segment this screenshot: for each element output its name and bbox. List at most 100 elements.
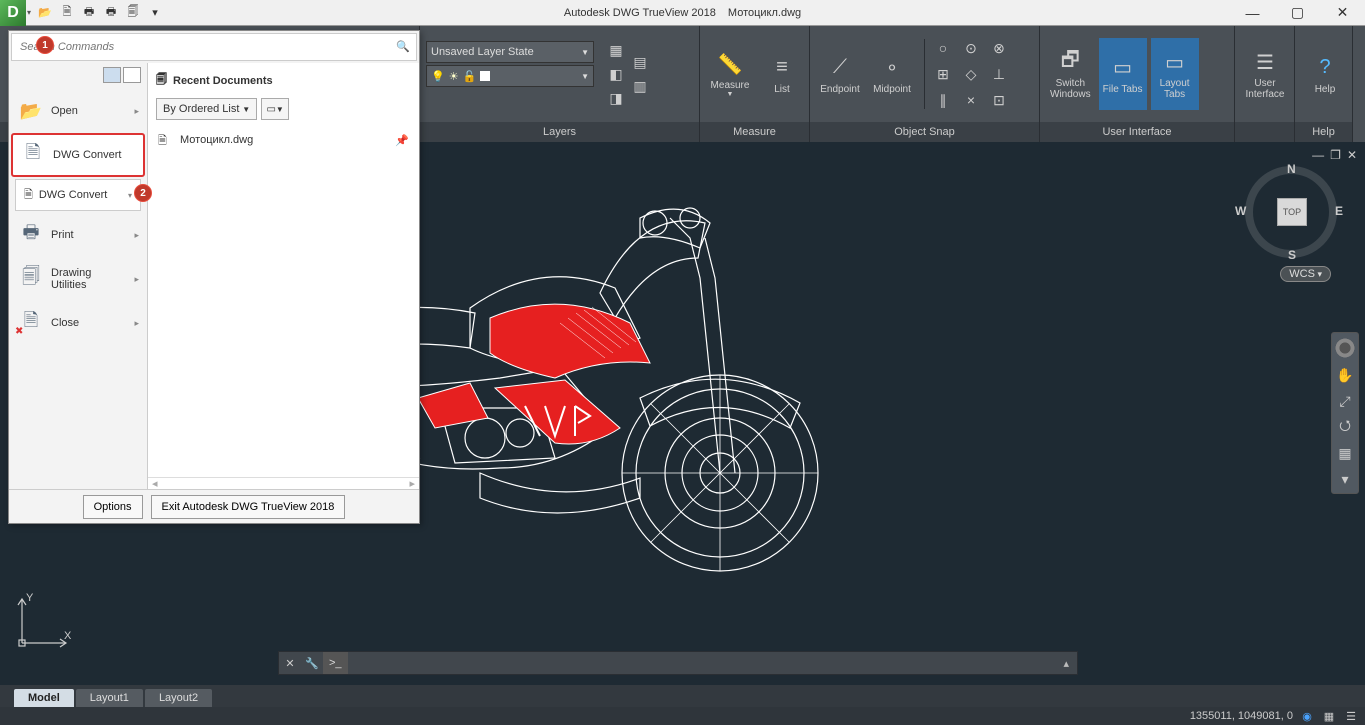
status-menu-icon[interactable]: ☰ [1343,709,1359,723]
viewcube[interactable]: TOP N S E W [1245,166,1337,258]
window-close-button[interactable]: ✕ [1320,0,1365,26]
callout-1: 1 [36,36,54,54]
qat-new-icon[interactable]: 🗎 [57,3,77,23]
layout-tabs-button[interactable]: ▭ Layout Tabs [1151,38,1199,110]
ui-icon: ☰ [1251,48,1279,76]
preview-size-combo[interactable]: ▭ ▼ [261,98,289,120]
command-line[interactable]: ✕ 🔧 >_ ▴ [278,651,1078,675]
app-title: Autodesk DWG TrueView 2018 [564,7,716,19]
menu-drawing-utilities[interactable]: 🗐 Drawing Utilities▸ [11,257,145,301]
layout-tabs: Model Layout1 Layout2 [14,689,212,707]
midpoint-icon: ∘ [878,54,906,82]
layer-state-combo[interactable]: Unsaved Layer State▼ [426,41,594,63]
utilities-icon: 🗐 [19,267,43,291]
menu-close[interactable]: 🗎✖ Close▸ [11,301,145,345]
cmd-expand-icon[interactable]: ▴ [1055,657,1077,670]
viewcube-north[interactable]: N [1287,162,1296,176]
application-menu: 🔍 📂 Open▸ 🗎 DWG Convert 🗎 DWG Convert▾ 🖶 [8,30,420,524]
doc-restore-button[interactable]: ❐ [1330,148,1341,162]
osnap-icon-1[interactable]: ○ [933,38,953,58]
midpoint-button[interactable]: ∘ Midpoint [868,38,916,110]
cmd-config-icon[interactable]: 🔧 [301,657,323,670]
layout-tabs-icon: ▭ [1161,48,1189,76]
submenu-dwg-convert[interactable]: 🗎 DWG Convert▾ [15,179,141,211]
open-folder-icon: 📂 [19,99,43,123]
menu-dwg-convert[interactable]: 🗎 DWG Convert [11,133,145,177]
window-maximize-button[interactable]: ▢ [1275,0,1320,26]
status-bar: 1355011, 1049081, 0 ◉ ▦ ☰ [0,707,1365,725]
switch-windows-button[interactable]: 🗗 Switch Windows [1046,38,1095,110]
app-menu-button[interactable]: D [0,0,26,26]
tab-layout1[interactable]: Layout1 [76,689,143,707]
osnap-icon-5[interactable]: ◇ [961,64,981,84]
doc-close-button[interactable]: ✕ [1347,148,1357,162]
list-button[interactable]: ≡ List [758,38,806,110]
wcs-badge[interactable]: WCS ▾ [1280,266,1331,282]
list-icon: ≡ [768,54,796,82]
osnap-icon-3[interactable]: ⊗ [989,38,1009,58]
viewcube-top-face[interactable]: TOP [1277,198,1307,226]
recent-document-item[interactable]: 🗎Мотоцикл.dwg 📌 [148,126,419,154]
window-minimize-button[interactable]: — [1230,0,1275,26]
exit-button[interactable]: Exit Autodesk DWG TrueView 2018 [151,495,346,519]
search-commands-input[interactable] [16,38,412,56]
search-icon[interactable]: 🔍 [396,40,410,53]
layer-tool2-icon[interactable]: ▥ [630,76,650,96]
menu-print[interactable]: 🖶 Print▸ [11,213,145,257]
osnap-icon-2[interactable]: ⊙ [961,38,981,58]
osnap-icon-6[interactable]: ⊥ [989,64,1009,84]
steering-wheel-icon[interactable] [1334,337,1356,359]
ucs-icon: Y X [14,591,74,651]
menu-open[interactable]: 📂 Open▸ [11,89,145,133]
osnap-icon-8[interactable]: × [961,90,981,110]
tab-model[interactable]: Model [14,689,74,707]
osnap-icon-4[interactable]: ⊞ [933,64,953,84]
doc-minimize-button[interactable]: — [1312,148,1324,162]
help-button[interactable]: ? Help [1301,38,1349,110]
printer-icon: 🖶 [19,223,43,247]
options-button[interactable]: Options [83,495,143,519]
qat-open-icon[interactable]: 📂 [35,3,55,23]
pan-icon[interactable]: ✋ [1335,365,1355,385]
dwg-convert-icon: 🗎 [21,143,45,167]
recent-view-button[interactable] [103,67,121,83]
file-tabs-icon: ▭ [1109,54,1137,82]
orbit-icon[interactable]: ⭯ [1335,417,1355,437]
endpoint-button[interactable]: ⟋ Endpoint [816,38,864,110]
qat-plot-icon[interactable]: 🖶 [79,3,99,23]
layer-iso-icon[interactable]: ▦ [606,40,626,60]
file-tabs-button[interactable]: ▭ File Tabs [1099,38,1147,110]
layer-prev-icon[interactable]: ◧ [606,64,626,84]
status-icon-2[interactable]: ▦ [1321,709,1337,723]
zoom-extents-icon[interactable]: ⤢ [1335,391,1355,411]
qat-publish-icon[interactable]: 🗐 [123,3,143,23]
nav-more-icon[interactable]: ▾ [1335,469,1355,489]
qat-dropdown-icon[interactable]: ▾ [145,3,165,23]
coordinates-readout: 1355011, 1049081, 0 [1190,710,1293,722]
tab-layout2[interactable]: Layout2 [145,689,212,707]
layer-tool-icon[interactable]: ▤ [630,52,650,72]
viewcube-west[interactable]: W [1235,204,1246,218]
svg-text:X: X [64,630,72,642]
endpoint-icon: ⟋ [826,54,854,82]
qat-plot2-icon[interactable]: 🖶 [101,3,121,23]
cmd-close-icon[interactable]: ✕ [279,657,301,670]
viewcube-south[interactable]: S [1288,248,1296,262]
dwg-file-icon: 🗎 [158,132,174,148]
order-by-combo[interactable]: By Ordered List ▼ [156,98,257,120]
showmotion-icon[interactable]: ▦ [1335,443,1355,463]
layer-off-icon[interactable]: ◨ [606,88,626,108]
status-icon-1[interactable]: ◉ [1299,709,1315,723]
user-interface-button[interactable]: ☰ User Interface [1241,38,1289,110]
measure-button[interactable]: 📏 Measure▼ [706,38,754,110]
cmd-prompt-icon: >_ [323,652,348,674]
pin-icon[interactable]: 📌 [395,134,409,147]
osnap-icon-9[interactable]: ⊡ [989,90,1009,110]
open-docs-view-button[interactable] [123,67,141,83]
osnap-icon-7[interactable]: ∥ [933,90,953,110]
layer-combo[interactable]: 💡 ☀ 🔓 ▼ [426,65,594,87]
sun-icon: ☀ [449,70,459,83]
viewcube-east[interactable]: E [1335,204,1343,218]
close-file-icon: 🗎✖ [19,311,43,335]
help-icon: ? [1311,54,1339,82]
